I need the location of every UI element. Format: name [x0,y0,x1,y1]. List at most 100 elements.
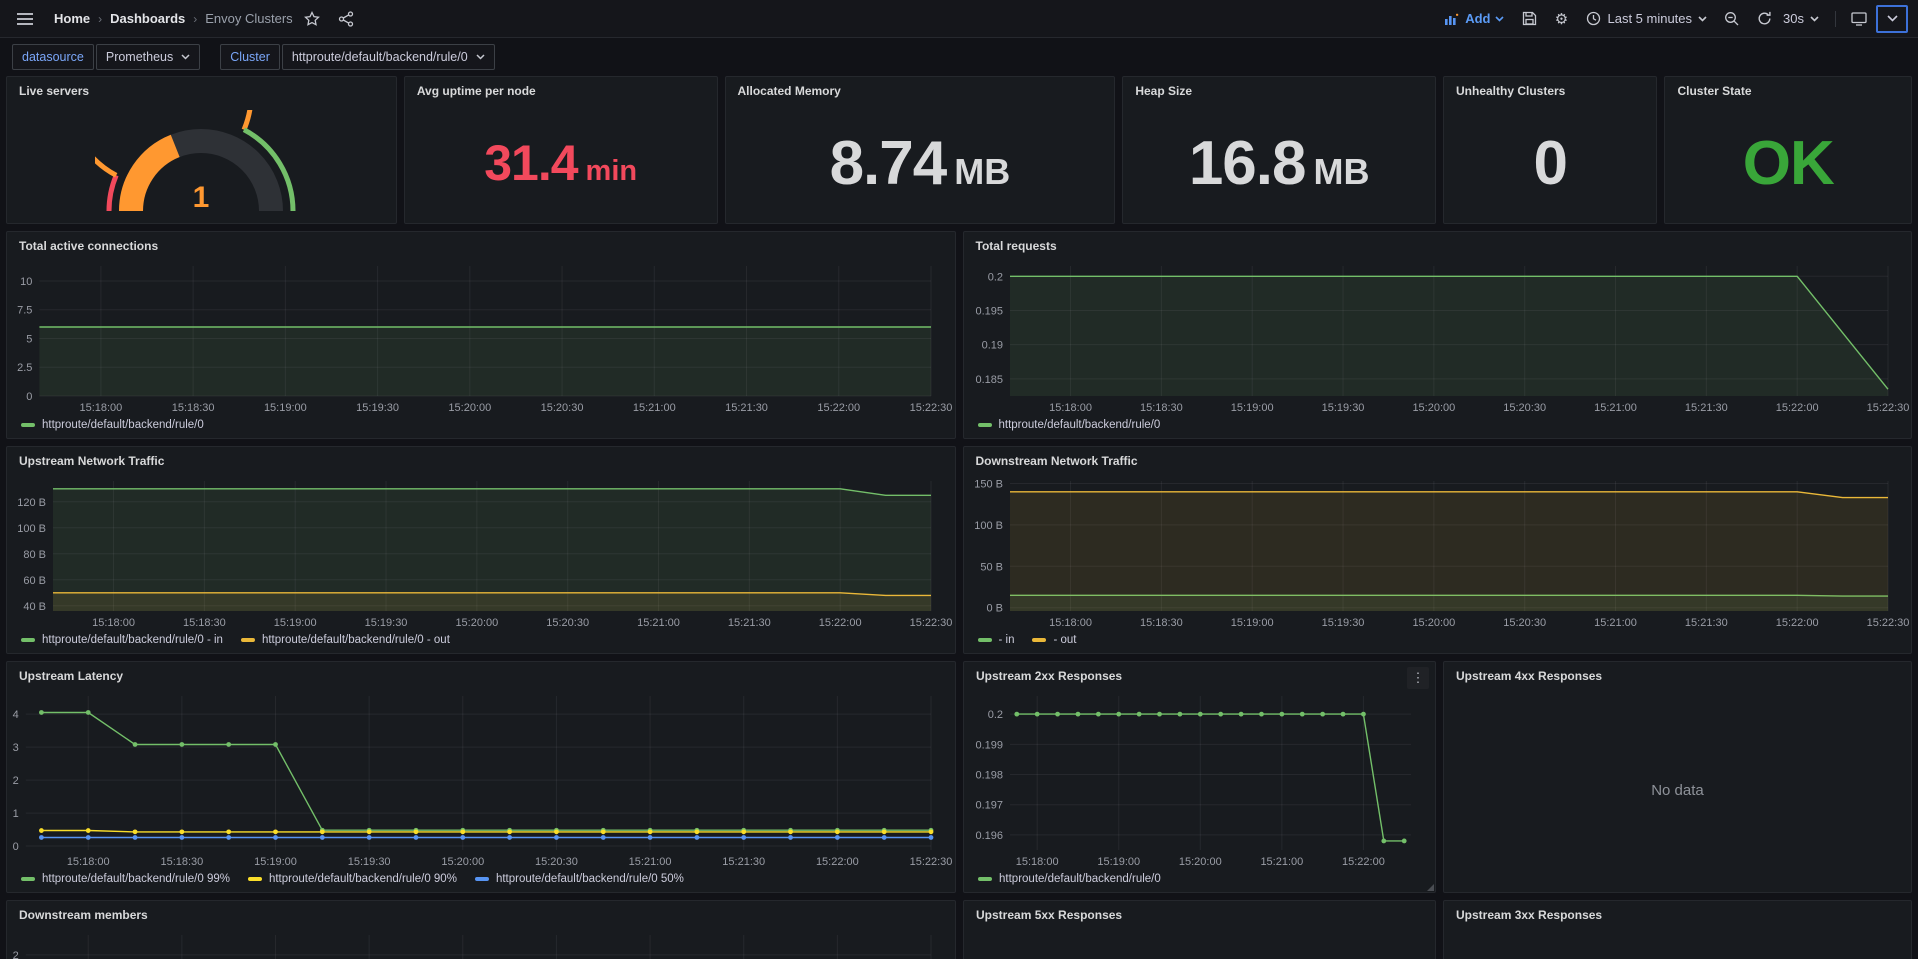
svg-text:15:19:30: 15:19:30 [365,617,408,629]
timeseries-chart[interactable]: 0.1850.190.1950.215:18:0015:18:3015:19:0… [964,258,1912,416]
svg-text:15:21:00: 15:21:00 [637,617,680,629]
svg-text:80 B: 80 B [23,549,46,561]
time-range-picker[interactable]: Last 5 minutes [1578,5,1715,33]
panel-title[interactable]: Upstream 2xx Responses [964,662,1435,688]
svg-text:10: 10 [20,276,32,288]
top-nav-bar: Home › Dashboards › Envoy Clusters Add [0,0,1918,38]
timeseries-chart[interactable]: 215:18:0015:18:3015:19:0015:19:3015:20:0… [7,927,955,959]
menu-toggle-button[interactable] [10,5,40,33]
panel-title[interactable]: Unhealthy Clusters [1444,77,1656,103]
panel-title[interactable]: Total requests [964,232,1912,258]
svg-text:15:20:00: 15:20:00 [455,617,498,629]
panel-title[interactable]: Total active connections [7,232,955,258]
svg-text:15:19:00: 15:19:00 [1230,617,1273,629]
panel-title[interactable]: Cluster State [1665,77,1911,103]
panel-title[interactable]: Upstream 3xx Responses [1444,901,1911,927]
legend-series-swatch [21,877,35,881]
breadcrumb-home[interactable]: Home [54,11,90,26]
panel-title[interactable]: Avg uptime per node [405,77,717,103]
legend-item[interactable]: httproute/default/backend/rule/0 [21,419,204,431]
tv-mode-button[interactable] [1844,5,1874,33]
svg-text:15:18:00: 15:18:00 [79,402,122,414]
legend-item[interactable]: httproute/default/backend/rule/0 - out [241,634,450,646]
legend-item[interactable]: httproute/default/backend/rule/0 50% [475,873,684,885]
refresh-interval-label: 30s [1783,11,1804,26]
legend-series-swatch [1032,638,1046,642]
svg-text:0.199: 0.199 [975,739,1003,751]
legend-series-swatch [978,423,992,427]
refresh-button[interactable] [1749,5,1779,33]
refresh-interval-picker[interactable]: 30s [1781,5,1827,33]
stat-value: 16.8 [1189,128,1306,199]
timeseries-chart[interactable]: 0123415:18:0015:18:3015:19:0015:19:3015:… [7,688,955,870]
toolbar-divider [1835,11,1836,27]
svg-text:15:21:00: 15:21:00 [629,856,672,868]
svg-text:0.195: 0.195 [975,305,1003,317]
monitor-icon [1851,12,1867,26]
legend-series-label: httproute/default/backend/rule/0 50% [496,873,684,885]
legend-item[interactable]: httproute/default/backend/rule/0 90% [248,873,457,885]
svg-text:3: 3 [13,742,19,754]
panel-cluster-state: Cluster State OK [1664,76,1912,224]
svg-text:15:18:30: 15:18:30 [183,617,226,629]
legend-item[interactable]: httproute/default/backend/rule/0 [978,873,1161,885]
legend-series-swatch [248,877,262,881]
panel-title[interactable]: Upstream 5xx Responses [964,901,1435,927]
timeseries-chart[interactable]: 0.1960.1970.1980.1990.215:18:0015:19:001… [964,688,1435,870]
panel-upstream-2xx-responses: Upstream 2xx Responses ⋮ 0.1960.1970.198… [963,661,1436,893]
svg-text:15:22:30: 15:22:30 [910,617,953,629]
timeseries-chart[interactable] [964,927,1435,959]
svg-text:4: 4 [13,709,19,721]
svg-text:0 B: 0 B [986,603,1003,615]
panel-title[interactable]: Allocated Memory [726,77,1115,103]
timeseries-chart[interactable]: 02.557.51015:18:0015:18:3015:19:0015:19:… [7,258,955,416]
legend-series-swatch [21,638,35,642]
chevron-down-icon [1698,16,1707,22]
panel-title[interactable]: Upstream Network Traffic [7,447,955,473]
svg-text:15:22:00: 15:22:00 [816,856,859,868]
panel-title[interactable]: Downstream members [7,901,955,927]
dashboard-settings-button[interactable]: ⚙ [1546,5,1576,33]
favorite-star-button[interactable] [297,5,327,33]
panel-avg-uptime: Avg uptime per node 31.4 min [404,76,718,224]
legend-series-swatch [978,877,992,881]
svg-text:15:20:30: 15:20:30 [1503,402,1546,414]
kiosk-dropdown-button[interactable] [1876,5,1908,33]
zoom-out-time-button[interactable] [1717,5,1747,33]
graph-bar-icon [1445,13,1460,25]
panel-menu-icon[interactable]: ⋮ [1407,667,1429,689]
legend-item[interactable]: httproute/default/backend/rule/0 - in [21,634,223,646]
legend-item[interactable]: httproute/default/backend/rule/0 [978,419,1161,431]
svg-text:15:22:00: 15:22:00 [819,617,862,629]
panel-title[interactable]: Upstream Latency [7,662,955,688]
panel-resize-handle[interactable] [1427,884,1434,891]
timeseries-chart[interactable]: 0 B50 B100 B150 B15:18:0015:18:3015:19:0… [964,473,1912,631]
share-dashboard-button[interactable] [331,5,361,33]
svg-text:15:22:30: 15:22:30 [1866,402,1909,414]
chevron-down-icon [181,54,190,60]
share-icon [338,11,354,27]
svg-text:1: 1 [193,181,210,214]
chart-legend: httproute/default/backend/rule/0 [7,416,955,438]
panel-upstream-5xx-responses: Upstream 5xx Responses [963,900,1436,959]
add-panel-button[interactable]: Add [1437,5,1512,33]
legend-item[interactable]: - out [1032,634,1076,646]
save-dashboard-button[interactable] [1514,5,1544,33]
breadcrumb-dashboards[interactable]: Dashboards [110,11,185,26]
panel-upstream-4xx-responses: Upstream 4xx Responses No data [1443,661,1912,893]
timeseries-chart[interactable]: 40 B60 B80 B100 B120 B15:18:0015:18:3015… [7,473,955,631]
svg-text:0: 0 [13,841,19,853]
legend-item[interactable]: - in [978,634,1015,646]
legend-series-swatch [978,638,992,642]
panel-title[interactable]: Upstream 4xx Responses [1444,662,1911,688]
svg-text:15:18:00: 15:18:00 [1049,617,1092,629]
svg-text:0.185: 0.185 [975,374,1003,386]
variable-datasource-select[interactable]: Prometheus [96,44,200,70]
panel-title[interactable]: Heap Size [1123,77,1435,103]
time-range-label: Last 5 minutes [1607,11,1692,26]
legend-item[interactable]: httproute/default/backend/rule/0 99% [21,873,230,885]
panel-title[interactable]: Live servers [7,77,396,103]
panel-title[interactable]: Downstream Network Traffic [964,447,1912,473]
variable-cluster-select[interactable]: httproute/default/backend/rule/0 [282,44,495,70]
timeseries-chart[interactable] [1444,927,1911,959]
